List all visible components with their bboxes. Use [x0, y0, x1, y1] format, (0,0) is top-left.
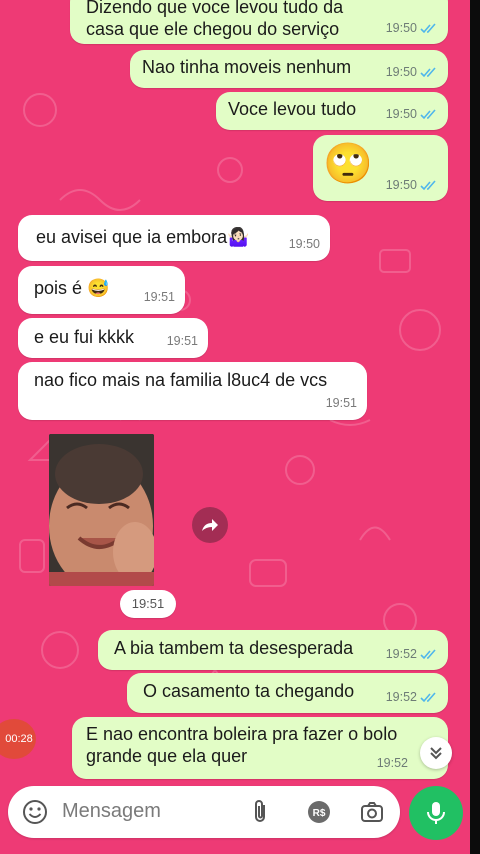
message-time: 19:51 [143, 290, 175, 304]
message-text: Nao tinha moveis nenhum [142, 57, 352, 77]
camera-icon[interactable] [359, 799, 385, 825]
message-text: nao fico mais na familia l8uc4 de vcs [34, 370, 328, 390]
message-text: Dizendo que voce levou tudo da casa que … [86, 0, 344, 39]
message-time: 19:52 [385, 690, 417, 704]
message-input[interactable]: Mensagem [62, 800, 161, 823]
message-time: 19:50 [288, 237, 320, 251]
photo-message[interactable] [49, 434, 154, 586]
message-bubble-outgoing[interactable]: Voce levou tudo 19:50 [216, 92, 448, 130]
double-chevron-down-icon [430, 747, 442, 760]
message-time: 19:50 [385, 178, 417, 192]
attach-icon[interactable] [248, 799, 274, 825]
message-time: 19:50 [385, 107, 417, 121]
scroll-to-bottom-button[interactable] [420, 737, 452, 769]
message-text: Voce levou tudo [228, 99, 357, 119]
forward-button[interactable] [192, 507, 228, 543]
read-ticks-icon [420, 179, 436, 190]
message-bubble-incoming[interactable]: pois é 😅 19:51 [18, 266, 185, 314]
message-time: 19:51 [166, 334, 198, 348]
message-meta: 19:50 [386, 174, 438, 196]
message-time: 19:52 [376, 756, 408, 770]
message-bubble-outgoing[interactable]: Dizendo que voce levou tudo da casa que … [70, 0, 448, 44]
message-bubble-incoming[interactable]: e eu fui kkkk 19:51 [18, 318, 208, 358]
forward-icon [202, 519, 218, 531]
chat-area: Dizendo que voce levou tudo da casa que … [0, 0, 470, 854]
read-ticks-icon [420, 22, 436, 33]
message-time: 19:51 [325, 396, 357, 410]
photo-time: 19:51 [120, 590, 176, 618]
message-composer[interactable]: Mensagem R$ [8, 786, 400, 838]
message-bubble-incoming[interactable]: eu avisei que ia embora🤷🏻‍♀️ 19:50 [18, 215, 330, 261]
recording-timer: 00:28 [5, 733, 33, 745]
message-time: 19:50 [385, 21, 417, 35]
message-meta: 19:50 [386, 17, 438, 39]
message-meta: 19:50 [386, 103, 438, 125]
read-ticks-icon [420, 648, 436, 659]
message-bubble-outgoing[interactable]: 🙄 19:50 [313, 135, 448, 201]
message-text: A bia tambem ta desesperada [114, 638, 354, 658]
baby-photo [49, 434, 154, 586]
message-text: E nao encontra boleira pra fazer o bolo … [86, 724, 398, 766]
svg-text:R$: R$ [313, 808, 326, 819]
message-bubble-incoming[interactable]: nao fico mais na familia l8uc4 de vcs 19… [18, 362, 367, 420]
message-time: 19:50 [385, 65, 417, 79]
message-meta: 19:52 [386, 643, 438, 665]
message-bubble-outgoing[interactable]: E nao encontra boleira pra fazer o bolo … [72, 717, 448, 779]
payment-icon[interactable]: R$ [306, 799, 332, 825]
message-text: pois é 😅 [34, 278, 110, 298]
message-text: e eu fui kkkk [34, 327, 135, 347]
read-ticks-icon [420, 108, 436, 119]
read-ticks-icon [420, 66, 436, 77]
emoji-icon[interactable] [22, 799, 48, 825]
voice-record-button[interactable] [409, 786, 463, 840]
message-bubble-outgoing[interactable]: Nao tinha moveis nenhum 19:50 [130, 50, 448, 88]
screen-edge [470, 0, 480, 854]
message-bubble-outgoing[interactable]: A bia tambem ta desesperada 19:52 [98, 630, 448, 670]
read-ticks-icon [420, 691, 436, 702]
message-time: 19:52 [385, 647, 417, 661]
message-meta: 19:52 [386, 686, 438, 708]
message-text: O casamento ta chegando [143, 681, 355, 701]
message-meta: 19:52 [377, 752, 408, 774]
message-meta: 19:50 [386, 61, 438, 83]
message-text: eu avisei que ia embora🤷🏻‍♀️ [36, 227, 250, 247]
message-bubble-outgoing[interactable]: O casamento ta chegando 19:52 [127, 673, 448, 713]
mic-icon [427, 802, 445, 824]
message-emoji: 🙄 [323, 142, 373, 186]
